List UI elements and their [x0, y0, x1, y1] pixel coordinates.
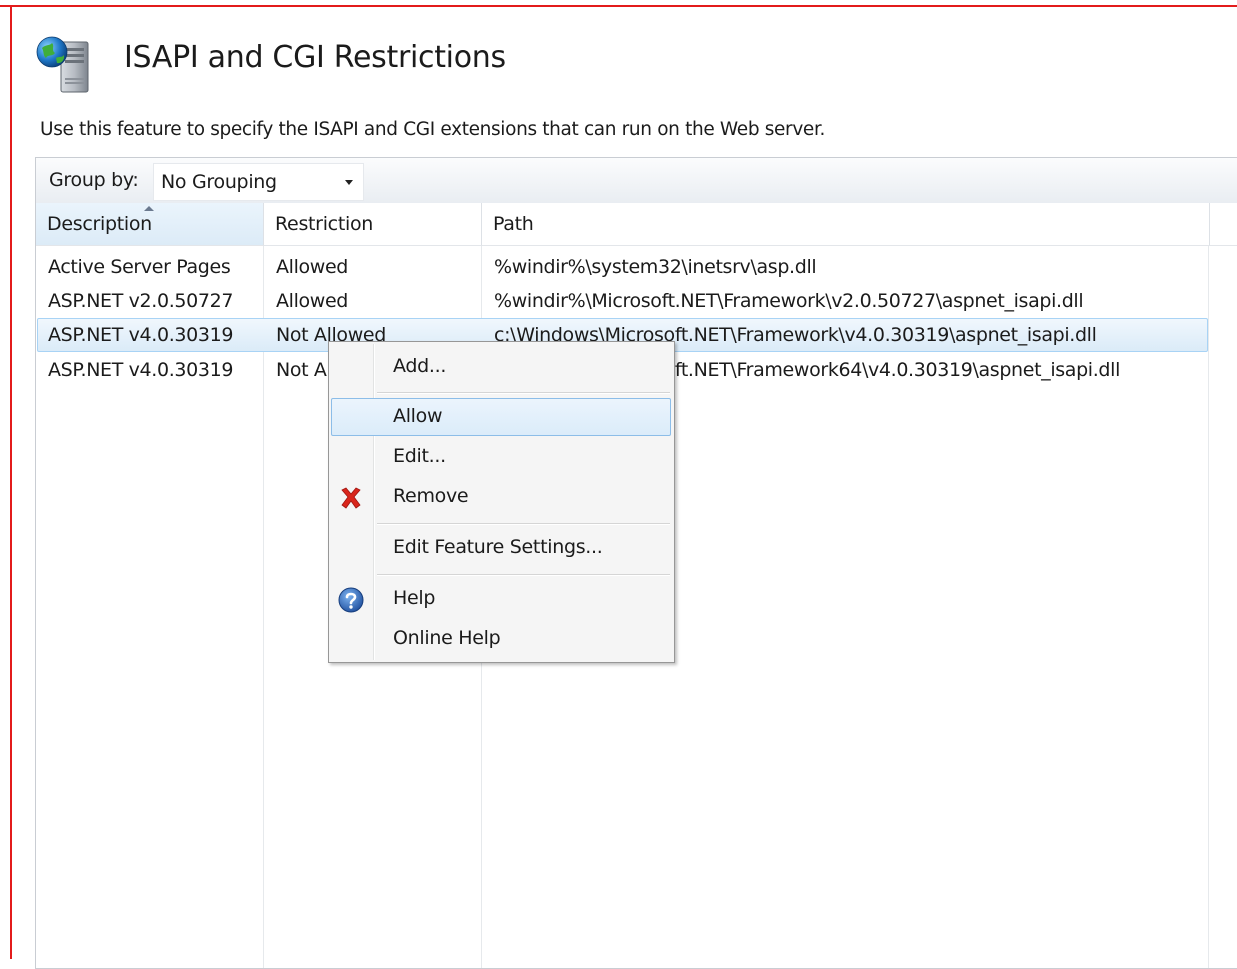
- menu-item-label: Remove: [393, 485, 469, 507]
- group-by-label: Group by:: [49, 169, 139, 191]
- column-header-label: Description: [47, 213, 152, 235]
- menu-item-help[interactable]: Help: [331, 580, 671, 618]
- page-description: Use this feature to specify the ISAPI an…: [40, 119, 826, 140]
- menu-item-allow[interactable]: Allow: [331, 398, 671, 436]
- context-menu: Add... Allow Edit... Remove Edit Feature…: [328, 341, 675, 663]
- menu-item-label: Edit...: [393, 445, 446, 467]
- menu-item-label: Add...: [393, 355, 447, 377]
- menu-item-label: Online Help: [393, 627, 501, 649]
- help-icon: [338, 587, 364, 613]
- cell-path: %windir%\system32\inetsrv\asp.dll: [494, 256, 817, 278]
- window-frame-left: [10, 5, 12, 959]
- menu-item-edit[interactable]: Edit...: [331, 438, 671, 476]
- cell-restriction: Allowed: [276, 290, 349, 312]
- cell-restriction: Allowed: [276, 256, 349, 278]
- menu-item-add[interactable]: Add...: [331, 348, 671, 386]
- menu-item-edit-feature-settings[interactable]: Edit Feature Settings...: [331, 529, 671, 567]
- page-title: ISAPI and CGI Restrictions: [124, 40, 506, 75]
- table-row[interactable]: Active Server Pages Allowed %windir%\sys…: [37, 250, 1208, 284]
- menu-item-label: Allow: [393, 405, 443, 427]
- remove-x-icon: [341, 487, 361, 509]
- column-header-filler: [1210, 203, 1237, 246]
- table-row[interactable]: ASP.NET v2.0.50727 Allowed %windir%\Micr…: [37, 284, 1208, 318]
- column-header-label: Path: [493, 213, 534, 235]
- sort-ascending-icon: [144, 206, 154, 211]
- menu-separator: [377, 523, 670, 525]
- menu-separator: [377, 392, 670, 394]
- column-header-label: Restriction: [275, 213, 374, 235]
- cell-description: Active Server Pages: [48, 256, 231, 278]
- column-header-restriction[interactable]: Restriction: [264, 203, 482, 246]
- column-header-path[interactable]: Path: [482, 203, 1210, 246]
- group-by-dropdown[interactable]: No Grouping: [153, 163, 364, 201]
- group-by-toolbar: Group by: No Grouping: [36, 158, 1237, 204]
- column-divider: [1208, 246, 1209, 968]
- menu-item-label: Help: [393, 587, 436, 609]
- menu-item-label: Edit Feature Settings...: [393, 536, 603, 558]
- cell-description: ASP.NET v4.0.30319: [48, 324, 234, 346]
- menu-item-online-help[interactable]: Online Help: [331, 620, 671, 658]
- column-header-description[interactable]: Description: [36, 203, 264, 246]
- cell-description: ASP.NET v4.0.30319: [48, 359, 234, 381]
- cell-description: ASP.NET v2.0.50727: [48, 290, 234, 312]
- server-globe-icon: [36, 36, 89, 93]
- menu-separator: [377, 574, 670, 576]
- cell-path: %windir%\Microsoft.NET\Framework\v2.0.50…: [494, 290, 1084, 312]
- window-frame-top: [0, 5, 1237, 7]
- menu-item-remove[interactable]: Remove: [331, 478, 671, 516]
- dropdown-arrow-icon: [345, 180, 353, 185]
- group-by-value: No Grouping: [161, 171, 277, 193]
